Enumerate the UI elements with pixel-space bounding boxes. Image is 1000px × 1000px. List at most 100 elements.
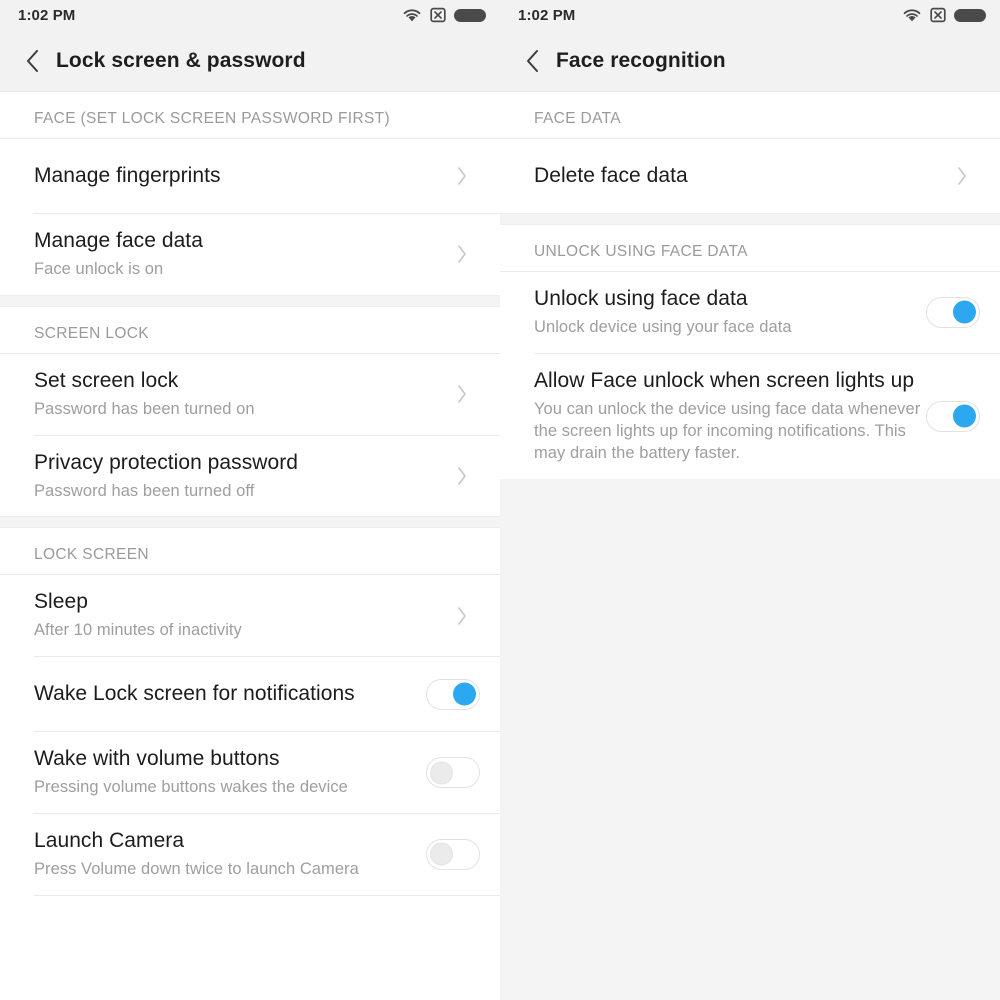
status-clock: 1:02 PM — [18, 6, 76, 24]
list-item-accessory — [424, 838, 482, 870]
list-item-text: Launch Camera Press Volume down twice to… — [34, 814, 424, 895]
toggle-knob — [430, 761, 453, 785]
list-item-text: Unlock using face data Unlock device usi… — [534, 272, 924, 353]
list-item-title: Manage fingerprints — [34, 163, 221, 187]
list-item-accessory — [442, 465, 482, 487]
list-item-title: Allow Face unlock when screen lights up — [534, 368, 915, 392]
chevron-right-icon — [458, 245, 466, 264]
list-item-subtitle: Password has been turned off — [34, 481, 255, 500]
chevron-right-icon — [458, 167, 466, 185]
list-item-subtitle: Password has been turned on — [34, 399, 255, 418]
list-item-accessory — [442, 383, 482, 405]
list-item-text: Manage fingerprints — [34, 149, 442, 204]
right-screen: 1:02 PM Face recognition FACE DATA Delet… — [500, 0, 1000, 1000]
list-item-title: Privacy protection password — [34, 450, 298, 474]
dual-screenshot: 1:02 PM Lock screen & password FACE (SET… — [0, 0, 1000, 1000]
list-item-text: Set screen lock Password has been turned… — [34, 354, 442, 435]
toggle-wake-with-volume-buttons[interactable] — [426, 757, 480, 789]
list-item-title: Sleep — [34, 590, 88, 614]
list-item-wake-lock-screen-for-notifications[interactable]: Wake Lock screen for notifications — [0, 657, 500, 732]
wifi-icon — [903, 8, 921, 21]
list-item-delete-face-data[interactable]: Delete face data — [500, 139, 1000, 213]
toggle-unlock-using-face-data[interactable] — [926, 296, 980, 328]
list-item-title: Launch Camera — [34, 829, 185, 853]
wifi-icon — [403, 8, 421, 21]
toggle-wake-lock-screen[interactable] — [426, 678, 480, 710]
status-bar: 1:02 PM — [0, 0, 500, 30]
toggle-knob — [953, 404, 976, 428]
list-item-allow-face-unlock-when-screen-lights-up[interactable]: Allow Face unlock when screen lights up … — [500, 353, 1000, 479]
section-header-screen-lock: SCREEN LOCK — [0, 306, 500, 353]
battery-icon — [454, 8, 486, 22]
section-gap — [500, 213, 1000, 225]
list-item-text: Manage face data Face unlock is on — [34, 214, 442, 295]
toggle-launch-camera[interactable] — [426, 838, 480, 870]
list-item-privacy-protection-password[interactable]: Privacy protection password Password has… — [0, 435, 500, 517]
section-header-face-data: FACE DATA — [500, 92, 1000, 138]
list-item-accessory — [442, 165, 482, 187]
app-bar: Face recognition — [500, 30, 1000, 92]
chevron-right-icon — [458, 607, 466, 625]
list-item-title: Unlock using face data — [534, 287, 748, 310]
settings-list: FACE (SET LOCK SCREEN PASSWORD FIRST) Ma… — [0, 92, 500, 1000]
list-item-wake-with-volume-buttons[interactable]: Wake with volume buttons Pressing volume… — [0, 732, 500, 814]
list-item-accessory — [442, 243, 482, 265]
toggle-allow-face-unlock-screen-lights-up[interactable] — [926, 400, 980, 432]
toggle-knob — [453, 682, 476, 706]
section-gap — [0, 294, 500, 307]
list-item-title: Set screen lock — [34, 368, 179, 392]
list-item-text: Sleep After 10 minutes of inactivity — [34, 575, 442, 656]
battery-icon — [954, 8, 986, 22]
list-item-sleep[interactable]: Sleep After 10 minutes of inactivity — [0, 575, 500, 657]
list-item-text: Delete face data — [534, 149, 942, 204]
status-icon-group — [402, 7, 486, 23]
status-bar: 1:02 PM — [500, 0, 1000, 30]
divider — [34, 894, 500, 896]
section-header-unlock-using-face-data: UNLOCK USING FACE DATA — [500, 225, 1000, 271]
app-bar: Lock screen & password — [0, 30, 500, 92]
list-item-subtitle: Pressing volume buttons wakes the device — [34, 778, 348, 797]
back-button[interactable] — [16, 41, 50, 81]
sim-missing-icon — [930, 7, 946, 23]
list-item-subtitle: Unlock device using your face data — [534, 317, 792, 336]
list-item-text: Allow Face unlock when screen lights up … — [534, 354, 924, 479]
chevron-right-icon — [958, 167, 966, 185]
list-item-accessory — [424, 757, 482, 789]
list-item-accessory — [924, 400, 982, 432]
back-button[interactable] — [516, 41, 550, 81]
list-item-subtitle: You can unlock the device using face dat… — [534, 399, 921, 462]
list-item-subtitle: Press Volume down twice to launch Camera — [34, 859, 359, 878]
chevron-right-icon — [458, 467, 466, 485]
back-icon — [27, 49, 38, 72]
list-item-title: Wake with volume buttons — [34, 747, 280, 771]
left-screen: 1:02 PM Lock screen & password FACE (SET… — [0, 0, 500, 1000]
status-clock: 1:02 PM — [518, 6, 576, 24]
section-header-face: FACE (SET LOCK SCREEN PASSWORD FIRST) — [0, 92, 500, 138]
chevron-right-icon — [458, 385, 466, 404]
list-item-subtitle: After 10 minutes of inactivity — [34, 621, 242, 640]
page-title: Face recognition — [556, 48, 726, 72]
list-item-subtitle: Face unlock is on — [34, 259, 164, 278]
list-item-text: Wake Lock screen for notifications — [34, 667, 424, 722]
settings-list: FACE DATA Delete face data UNLOCK USING … — [500, 92, 1000, 479]
list-item-title: Delete face data — [534, 163, 688, 187]
toggle-knob — [430, 842, 453, 866]
status-icon-group — [902, 7, 986, 23]
list-item-set-screen-lock[interactable]: Set screen lock Password has been turned… — [0, 353, 500, 435]
page-title: Lock screen & password — [56, 48, 306, 72]
list-item-manage-face-data[interactable]: Manage face data Face unlock is on — [0, 214, 500, 295]
list-item-unlock-using-face-data[interactable]: Unlock using face data Unlock device usi… — [500, 272, 1000, 353]
list-item-title: Wake Lock screen for notifications — [34, 681, 355, 705]
list-item-accessory — [924, 296, 982, 328]
section-gap — [0, 516, 500, 529]
toggle-knob — [953, 300, 976, 324]
list-item-accessory — [424, 678, 482, 710]
list-item-manage-fingerprints[interactable]: Manage fingerprints — [0, 139, 500, 213]
back-icon — [527, 49, 538, 72]
list-item-title: Manage face data — [34, 229, 203, 252]
list-item-accessory — [942, 165, 982, 187]
list-item-text: Privacy protection password Password has… — [34, 436, 442, 517]
list-item-text: Wake with volume buttons Pressing volume… — [34, 732, 424, 813]
section-header-lock-screen: LOCK SCREEN — [0, 528, 500, 575]
list-item-launch-camera[interactable]: Launch Camera Press Volume down twice to… — [0, 814, 500, 895]
